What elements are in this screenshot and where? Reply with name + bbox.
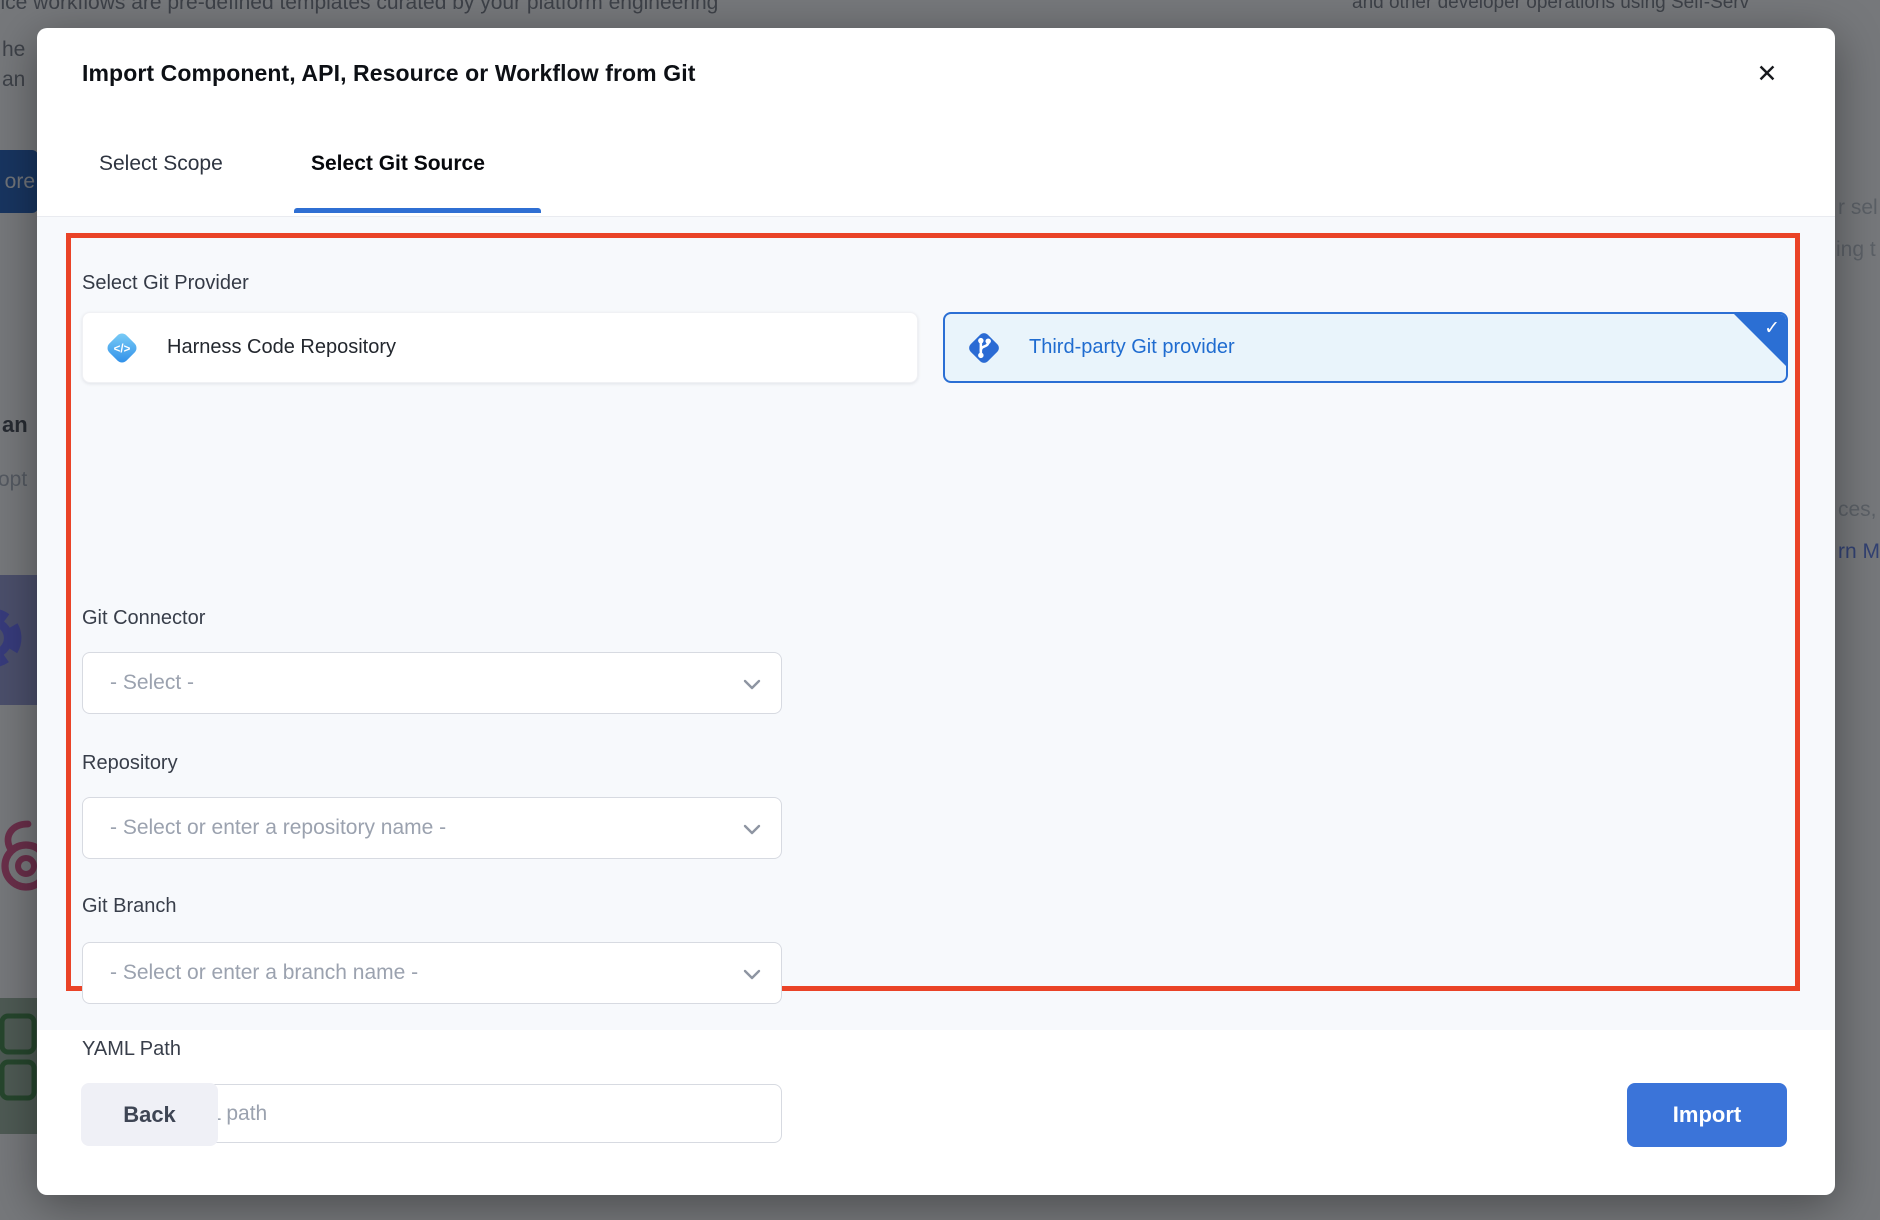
back-button[interactable]: Back <box>81 1083 218 1146</box>
git-branch-select[interactable] <box>82 942 782 1004</box>
repository-select[interactable] <box>82 797 782 859</box>
provider-card-third-party[interactable]: Third-party Git provider ✓ <box>943 312 1788 383</box>
git-icon <box>963 327 1005 369</box>
check-icon: ✓ <box>1764 317 1780 340</box>
git-connector-select[interactable] <box>82 652 782 714</box>
git-branch-label: Git Branch <box>82 895 176 918</box>
harness-code-icon: </> <box>101 327 143 369</box>
chevron-down-icon <box>743 824 761 835</box>
screen: vice workflows are pre-defined templates… <box>0 0 1880 1220</box>
yaml-path-label: YAML Path <box>82 1038 181 1061</box>
close-icon[interactable]: ✕ <box>1747 54 1787 94</box>
provider-card-label: Harness Code Repository <box>167 336 396 359</box>
git-source-panel: Select Git Provider </> Harness Code Rep… <box>37 216 1835 1030</box>
chevron-down-icon <box>743 679 761 690</box>
repository-input[interactable] <box>83 798 781 858</box>
repository-label: Repository <box>82 752 178 775</box>
modal-title: Import Component, API, Resource or Workf… <box>82 60 695 87</box>
selected-corner-badge: ✓ <box>1733 313 1787 367</box>
git-provider-label: Select Git Provider <box>82 272 249 295</box>
import-button[interactable]: Import <box>1627 1083 1787 1147</box>
tab-select-scope[interactable]: Select Scope <box>99 152 223 176</box>
provider-card-harness-code[interactable]: </> Harness Code Repository <box>82 312 918 383</box>
chevron-down-icon <box>743 969 761 980</box>
provider-card-label: Third-party Git provider <box>1029 336 1235 359</box>
git-connector-input[interactable] <box>83 653 781 713</box>
git-connector-label: Git Connector <box>82 607 205 630</box>
git-branch-input[interactable] <box>83 943 781 1003</box>
tab-select-git-source[interactable]: Select Git Source <box>311 152 485 176</box>
active-tab-underline <box>294 208 541 213</box>
svg-text:</>: </> <box>114 343 131 355</box>
import-from-git-modal: Import Component, API, Resource or Workf… <box>37 28 1835 1195</box>
